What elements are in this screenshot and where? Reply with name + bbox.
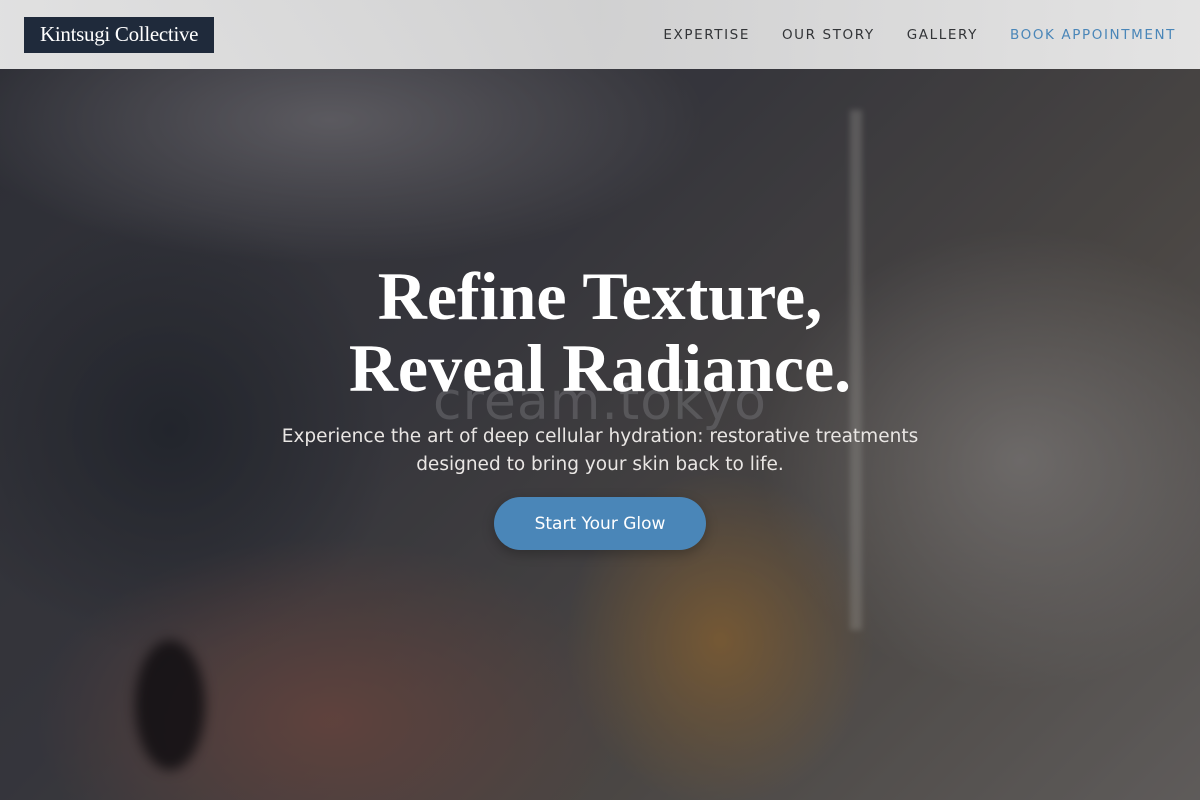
nav-link-expertise[interactable]: EXPERTISE (663, 27, 750, 43)
hero-headline-line-2: Reveal Radiance. (348, 330, 852, 406)
brand-logo[interactable]: Kintsugi Collective (24, 16, 215, 53)
hero-subtext-line-1: Experience the art of deep cellular hydr… (281, 426, 919, 447)
start-your-glow-button[interactable]: Start Your Glow (494, 497, 706, 550)
top-navigation-bar: Kintsugi Collective EXPERTISE OUR STORY … (0, 0, 1200, 69)
main-nav: EXPERTISE OUR STORY GALLERY BOOK APPOINT… (663, 27, 1176, 43)
nav-link-gallery[interactable]: GALLERY (907, 27, 978, 43)
hero-subtext: Experience the art of deep cellular hydr… (250, 423, 950, 479)
hero-subtext-line-2: designed to bring your skin back to life… (416, 454, 784, 475)
hero-headline: Refine Texture, Reveal Radiance. (0, 260, 1200, 404)
nav-link-our-story[interactable]: OUR STORY (782, 27, 875, 43)
hero-headline-line-1: Refine Texture, (377, 258, 823, 334)
nav-link-book-appointment[interactable]: BOOK APPOINTMENT (1010, 27, 1176, 43)
